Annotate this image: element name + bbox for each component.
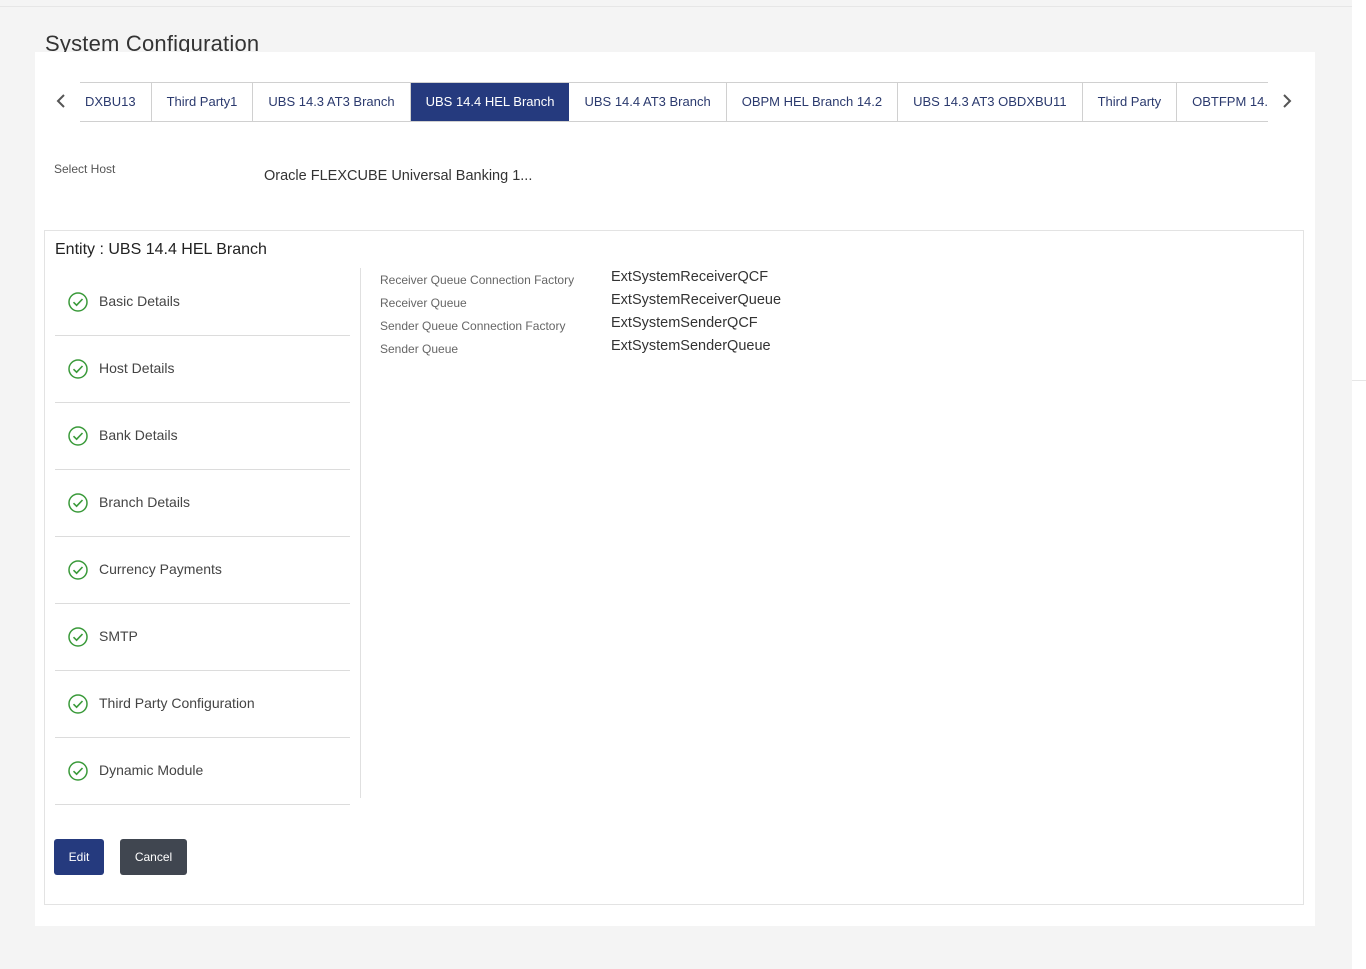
step-label: Currency Payments (99, 561, 222, 577)
chevron-right-icon (1283, 94, 1292, 108)
step-list: Basic Details Host Details Bank Details … (55, 269, 350, 805)
check-circle-icon (68, 560, 88, 580)
receiver-qcf-label: Receiver Queue Connection Factory (380, 273, 575, 287)
step-host-details[interactable]: Host Details (55, 336, 350, 403)
step-label: Basic Details (99, 293, 180, 309)
step-bank-details[interactable]: Bank Details (55, 403, 350, 470)
step-smtp[interactable]: SMTP (55, 604, 350, 671)
sender-queue-value: ExtSystemSenderQueue (611, 338, 771, 354)
tab-obtfpm-14-3[interactable]: OBTFPM 14.3 (1177, 83, 1268, 121)
tab-scroll-left-button[interactable] (49, 82, 73, 120)
check-circle-icon (68, 694, 88, 714)
tab-ubs-14-4-at3-branch[interactable]: UBS 14.4 AT3 Branch (569, 83, 727, 121)
edit-button[interactable]: Edit (54, 839, 104, 875)
step-basic-details[interactable]: Basic Details (55, 269, 350, 336)
entity-title: Entity : UBS 14.4 HEL Branch (55, 241, 267, 258)
check-circle-icon (68, 292, 88, 312)
step-label: Branch Details (99, 494, 191, 510)
step-branch-details[interactable]: Branch Details (55, 470, 350, 537)
step-label: Dynamic Module (99, 762, 204, 778)
check-circle-icon (68, 627, 88, 647)
select-host-label: Select Host (54, 162, 116, 176)
chevron-left-icon (56, 94, 65, 108)
tab-ubs-14-3-at3-branch[interactable]: UBS 14.3 AT3 Branch (253, 83, 411, 121)
step-currency-payments[interactable]: Currency Payments (55, 537, 350, 604)
step-label: Host Details (99, 360, 175, 376)
cancel-button[interactable]: Cancel (120, 839, 187, 875)
receiver-queue-value: ExtSystemReceiverQueue (611, 292, 782, 308)
config-card: DXBU13 Third Party1 UBS 14.3 AT3 Branch … (35, 52, 1315, 926)
step-dynamic-module[interactable]: Dynamic Module (55, 738, 350, 805)
select-host-value: Oracle FLEXCUBE Universal Banking 1... (264, 168, 533, 184)
step-label: Third Party Configuration (99, 695, 255, 711)
step-label: SMTP (99, 628, 138, 644)
check-circle-icon (68, 493, 88, 513)
tab-obpm-hel-branch-14-2[interactable]: OBPM HEL Branch 14.2 (726, 83, 899, 121)
receiver-qcf-value: ExtSystemReceiverQCF (611, 269, 769, 285)
panel-divider (360, 268, 361, 798)
tab-strip: DXBU13 Third Party1 UBS 14.3 AT3 Branch … (80, 82, 1268, 122)
check-circle-icon (68, 359, 88, 379)
sender-qcf-value: ExtSystemSenderQCF (611, 315, 758, 331)
sender-qcf-label: Sender Queue Connection Factory (380, 319, 566, 333)
check-circle-icon (68, 761, 88, 781)
tab-dxbu13[interactable]: DXBU13 (80, 83, 152, 121)
tab-third-party1[interactable]: Third Party1 (151, 83, 254, 121)
tab-third-party[interactable]: Third Party (1082, 83, 1178, 121)
entity-panel: Entity : UBS 14.4 HEL Branch Basic Detai… (44, 230, 1304, 905)
receiver-queue-label: Receiver Queue (380, 296, 467, 310)
step-label: Bank Details (99, 427, 178, 443)
sender-queue-label: Sender Queue (380, 342, 459, 356)
tab-ubs-14-3-at3-obdxbu11[interactable]: UBS 14.3 AT3 OBDXBU11 (898, 83, 1083, 121)
tab-scroll-right-button[interactable] (1275, 82, 1299, 120)
tab-ubs-14-4-hel-branch[interactable]: UBS 14.4 HEL Branch (410, 83, 570, 121)
step-third-party-configuration[interactable]: Third Party Configuration (55, 671, 350, 738)
check-circle-icon (68, 426, 88, 446)
